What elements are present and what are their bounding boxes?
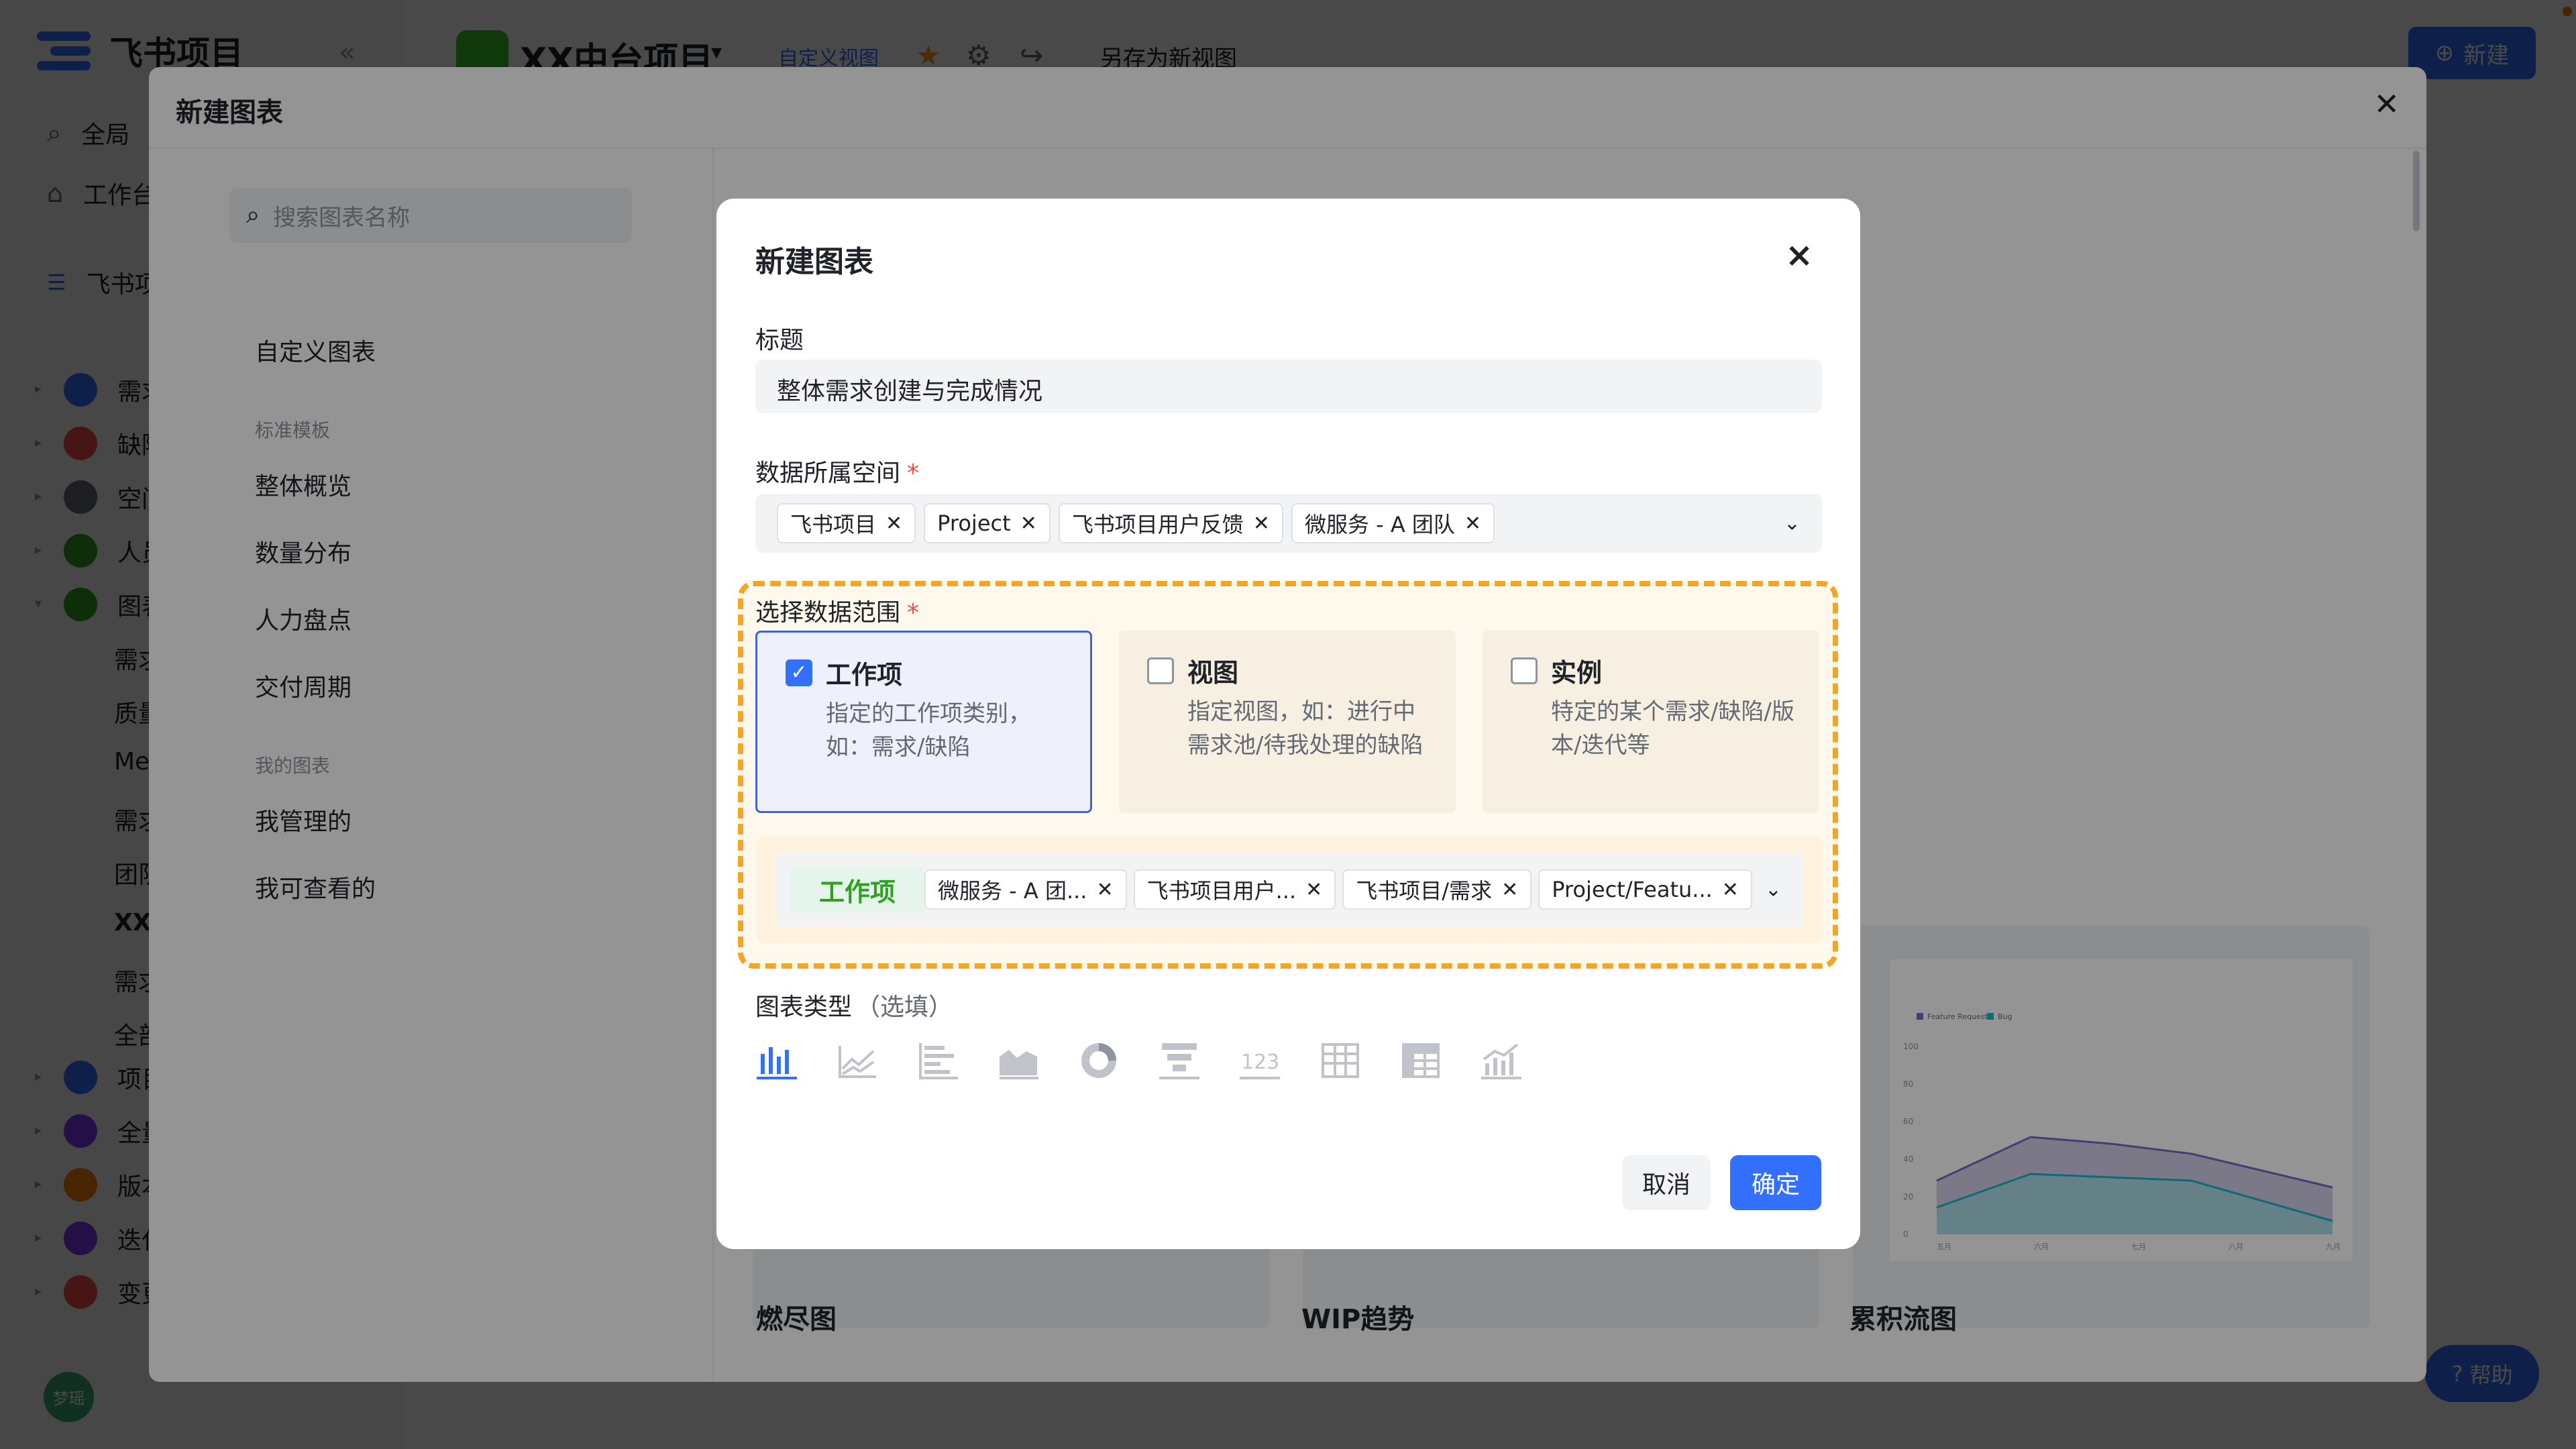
chart-type-optional: （选填） — [856, 994, 953, 1021]
donut-chart-icon[interactable] — [1077, 1034, 1158, 1087]
remove-icon[interactable]: ✕ — [1096, 878, 1113, 902]
chart-type-list: 123 — [755, 1034, 1560, 1087]
chip-label: 飞书项目 — [790, 512, 877, 537]
space-select[interactable]: 飞书项目 ✕ Project ✕ 飞书项目用户反馈 ✕ 微服务 - A 团队 ✕ ⌄ — [755, 494, 1822, 553]
workitem-tag: 工作项 — [790, 867, 924, 912]
remove-icon[interactable]: ✕ — [1253, 512, 1270, 535]
checkbox-checked-icon[interactable]: ✓ — [786, 659, 812, 686]
required-mark: * — [907, 460, 920, 487]
space-label: 数据所属空间 * — [755, 453, 919, 488]
remove-icon[interactable]: ✕ — [885, 512, 902, 535]
scope-option-view[interactable]: 视图 指定视图，如：进行中需求池/待我处理的缺陷 — [1119, 631, 1456, 813]
option-desc: 指定的工作项类别，如：需求/缺陷 — [826, 700, 1031, 761]
space-chips: 飞书项目 ✕ Project ✕ 飞书项目用户反馈 ✕ 微服务 - A 团队 ✕ — [755, 494, 1822, 553]
option-title: 工作项 — [826, 660, 903, 690]
workitem-chip: 飞书项目/需求 ✕ — [1342, 869, 1532, 910]
chip-label: 飞书项目用户... — [1146, 878, 1297, 904]
table-icon[interactable] — [1319, 1034, 1399, 1087]
workitem-chip: 微服务 - A 团... ✕ — [924, 869, 1127, 910]
bar-chart-icon[interactable] — [755, 1034, 836, 1087]
option-desc: 特定的某个需求/缺陷/版本/迭代等 — [1551, 698, 1794, 759]
cancel-button[interactable]: 取消 — [1622, 1155, 1711, 1210]
scope-label: 选择数据范围 * — [755, 593, 919, 628]
area-chart-icon[interactable] — [997, 1034, 1077, 1087]
chevron-down-icon[interactable]: ⌄ — [1784, 512, 1801, 535]
title-label: 标题 — [755, 327, 804, 354]
chart-type-label: 图表类型 — [755, 994, 853, 1021]
dialog-title: 新建图表 — [755, 245, 873, 279]
workitem-chip: Project/Featu... ✕ — [1538, 869, 1752, 910]
checkbox-icon[interactable] — [1511, 657, 1538, 684]
option-title: 视图 — [1187, 658, 1239, 688]
workitem-chips: 微服务 - A 团... ✕ 飞书项目用户... ✕ 飞书项目/需求 ✕ Projec… — [924, 869, 1752, 910]
chip-label: 微服务 - A 团... — [938, 878, 1087, 904]
required-mark: * — [907, 599, 920, 627]
remove-icon[interactable]: ✕ — [1501, 878, 1518, 902]
space-label-text: 数据所属空间 — [755, 460, 901, 487]
space-chip: 微服务 - A 团队 ✕ — [1291, 503, 1495, 543]
space-chip: Project ✕ — [924, 503, 1051, 543]
title-input-value: 整体需求创建与完成情况 — [777, 378, 1043, 405]
option-desc: 指定视图，如：进行中需求池/待我处理的缺陷 — [1187, 698, 1424, 759]
confirm-button[interactable]: 确定 — [1730, 1155, 1821, 1210]
svg-text:123: 123 — [1241, 1051, 1279, 1074]
remove-icon[interactable]: ✕ — [1722, 878, 1739, 902]
checkbox-icon[interactable] — [1147, 657, 1174, 684]
scope-option-workitem[interactable]: ✓ 工作项 指定的工作项类别，如：需求/缺陷 — [755, 631, 1092, 813]
chip-label: 飞书项目/需求 — [1356, 878, 1493, 904]
pivot-table-icon[interactable] — [1399, 1034, 1480, 1087]
remove-icon[interactable]: ✕ — [1305, 878, 1322, 902]
number-card-icon[interactable]: 123 — [1238, 1034, 1319, 1087]
chip-label: 飞书项目用户反馈 — [1071, 512, 1244, 537]
option-title: 实例 — [1551, 658, 1603, 688]
new-chart-dialog: 新建图表 × 标题 整体需求创建与完成情况 数据所属空间 * 飞书项目 ✕ Proj… — [716, 199, 1860, 1249]
scope-label-text: 选择数据范围 — [755, 599, 901, 627]
workitem-chip: 飞书项目用户... ✕ — [1133, 869, 1336, 910]
close-icon[interactable]: × — [1785, 235, 1813, 274]
remove-icon[interactable]: ✕ — [1020, 512, 1037, 535]
line-chart-icon[interactable] — [836, 1034, 916, 1087]
chip-label: Project — [937, 511, 1011, 536]
remove-icon[interactable]: ✕ — [1464, 512, 1481, 535]
funnel-chart-icon[interactable] — [1158, 1034, 1238, 1087]
chip-label: Project/Featu... — [1552, 877, 1713, 902]
chevron-down-icon[interactable]: ⌄ — [1765, 878, 1782, 902]
chip-label: 微服务 - A 团队 — [1304, 512, 1455, 537]
combo-chart-icon[interactable] — [1480, 1034, 1560, 1087]
horizontal-bar-icon[interactable] — [916, 1034, 997, 1087]
scope-option-instance[interactable]: 实例 特定的某个需求/缺陷/版本/迭代等 — [1483, 631, 1819, 813]
space-chip: 飞书项目用户反馈 ✕ — [1058, 503, 1283, 543]
space-chip: 飞书项目 ✕ — [777, 503, 916, 543]
